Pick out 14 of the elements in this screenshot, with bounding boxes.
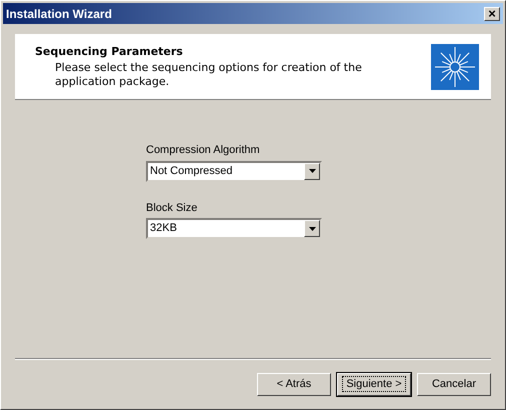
dropdown[interactable]: 32KB (146, 218, 322, 239)
header-title: Sequencing Parameters (35, 44, 184, 60)
window-title: Installation Wizard (6, 6, 112, 22)
dropdown-arrow-icon (308, 169, 316, 173)
wizard-button[interactable]: < Atrás (257, 373, 331, 396)
wizard-button[interactable]: Cancelar (417, 373, 491, 396)
starburst-icon (431, 44, 479, 90)
wizard-button[interactable]: Siguiente > (337, 373, 411, 396)
field-label: Compression Algorithm (146, 143, 261, 158)
dropdown[interactable]: Not Compressed (146, 160, 322, 182)
header-description: Please select the sequencing options for creation of the application package. (54, 60, 363, 88)
field-label: Block Size (146, 200, 198, 216)
dropdown-arrow-icon (308, 226, 316, 230)
close-button[interactable]: × (484, 6, 500, 20)
